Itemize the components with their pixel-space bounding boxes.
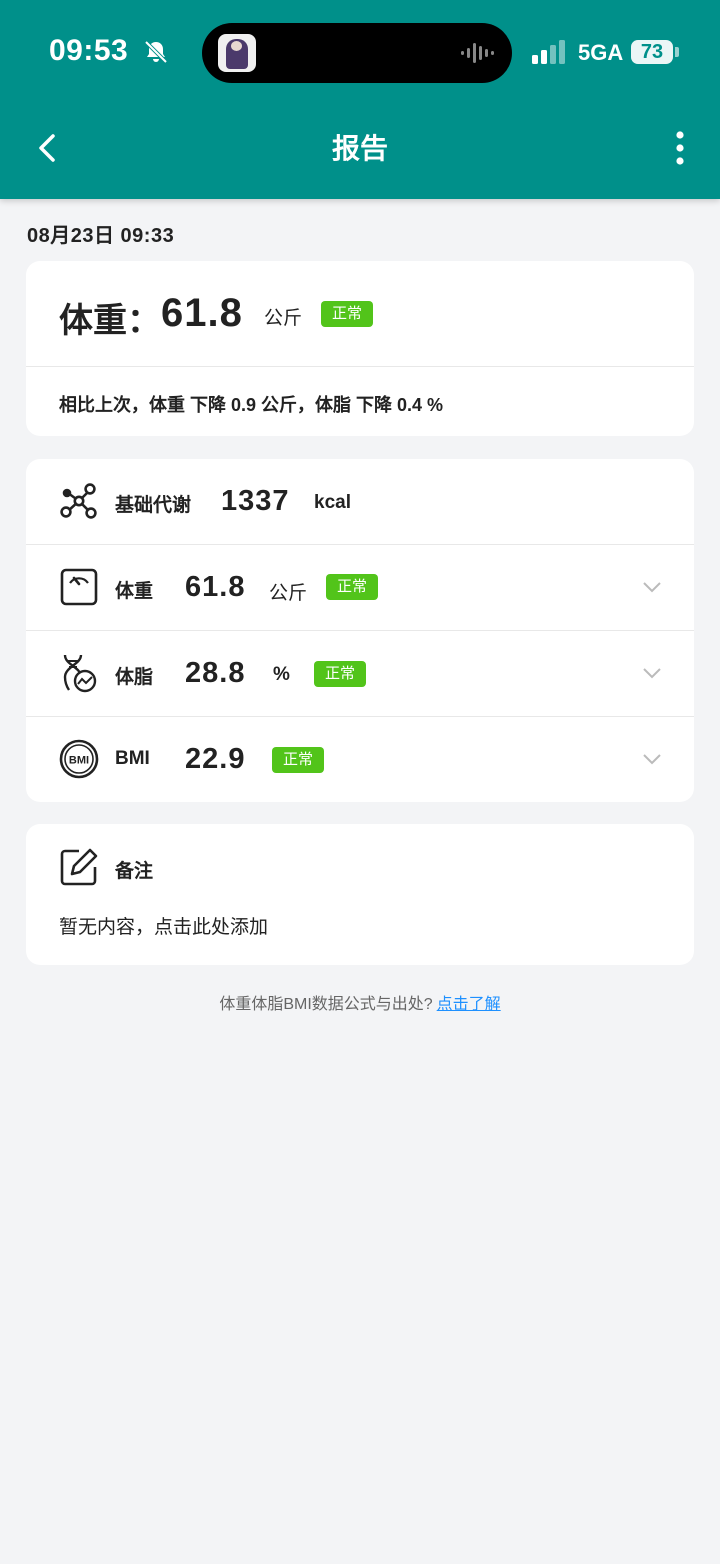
summary-header: 体重： 61.8 公斤 正常	[26, 261, 694, 367]
album-art	[218, 34, 256, 72]
bmr-unit: kcal	[314, 492, 351, 513]
body-fat-value: 28.8	[185, 657, 246, 689]
report-date: 08月23日 09:33	[27, 225, 175, 247]
waveform-icon	[461, 43, 494, 63]
body-fat-status-badge: 正常	[314, 661, 367, 687]
battery-icon: 73	[631, 40, 673, 64]
formula-footer: 体重体脂BMI数据公式与出处? 点击了解	[0, 990, 720, 1014]
note-placeholder[interactable]: 暂无内容，点击此处添加	[59, 912, 268, 939]
note-title: 备注	[115, 861, 154, 882]
page-title: 报告	[331, 133, 388, 164]
weight-label: 体重	[115, 581, 154, 602]
weight-summary-card: 体重： 61.8 公斤 正常 相比上次，体重 下降 0.9 公斤，体脂 下降 0…	[26, 261, 694, 436]
metric-row-bmr: 基础代谢 1337 kcal	[26, 459, 694, 544]
chevron-down-icon[interactable]	[640, 577, 664, 597]
clock: 09:53	[49, 34, 129, 67]
svg-text:BMI: BMI	[69, 755, 89, 767]
weight-unit: 公斤	[269, 583, 308, 604]
chevron-down-icon[interactable]	[640, 749, 664, 769]
summary-weight-unit: 公斤	[264, 308, 303, 329]
summary-weight-label: 体重：	[59, 302, 161, 340]
weight-status-badge: 正常	[326, 574, 379, 600]
more-vertical-icon[interactable]	[670, 128, 690, 168]
learn-more-link[interactable]: 点击了解	[437, 996, 501, 1013]
formula-question: 体重体脂BMI数据公式与出处?	[219, 996, 433, 1013]
bmr-label: 基础代谢	[115, 495, 192, 516]
chevron-down-icon[interactable]	[640, 663, 664, 683]
scale-icon	[60, 568, 98, 606]
battery-cap	[675, 47, 679, 57]
weight-value: 61.8	[185, 571, 246, 603]
bmi-value: 22.9	[185, 743, 246, 775]
metric-row-weight[interactable]: 体重 61.8 公斤 正常	[26, 544, 694, 629]
app-header: 09:53 5GA 73 报告	[0, 0, 720, 199]
metric-row-body-fat[interactable]: 体脂 28.8 % 正常	[26, 630, 694, 715]
bmr-value: 1337	[221, 485, 290, 517]
bmi-label: BMI	[115, 748, 150, 769]
network-type: 5GA	[578, 40, 624, 65]
status-badge: 正常	[321, 301, 374, 327]
bmi-icon: BMI	[59, 739, 99, 779]
metric-row-bmi[interactable]: BMI BMI 22.9 正常	[26, 716, 694, 801]
metrics-card: 基础代谢 1337 kcal 体重 61.8 公斤 正常 体脂 28.8 % 正…	[26, 459, 694, 802]
comparison-text: 相比上次，体重 下降 0.9 公斤，体脂 下降 0.4 %	[59, 395, 444, 415]
bell-mute-icon	[144, 40, 168, 64]
edit-icon	[60, 848, 98, 886]
dna-icon	[63, 654, 97, 693]
bmi-status-badge: 正常	[272, 747, 325, 773]
status-bar: 09:53 5GA 73	[0, 0, 720, 106]
dynamic-island[interactable]	[202, 23, 512, 83]
signal-icon	[532, 40, 565, 64]
molecule-icon	[60, 483, 97, 519]
body-fat-unit: %	[273, 664, 290, 685]
note-card[interactable]: 备注 暂无内容，点击此处添加	[26, 824, 694, 965]
body-fat-label: 体脂	[115, 667, 154, 688]
summary-weight-value: 61.8	[161, 291, 243, 335]
